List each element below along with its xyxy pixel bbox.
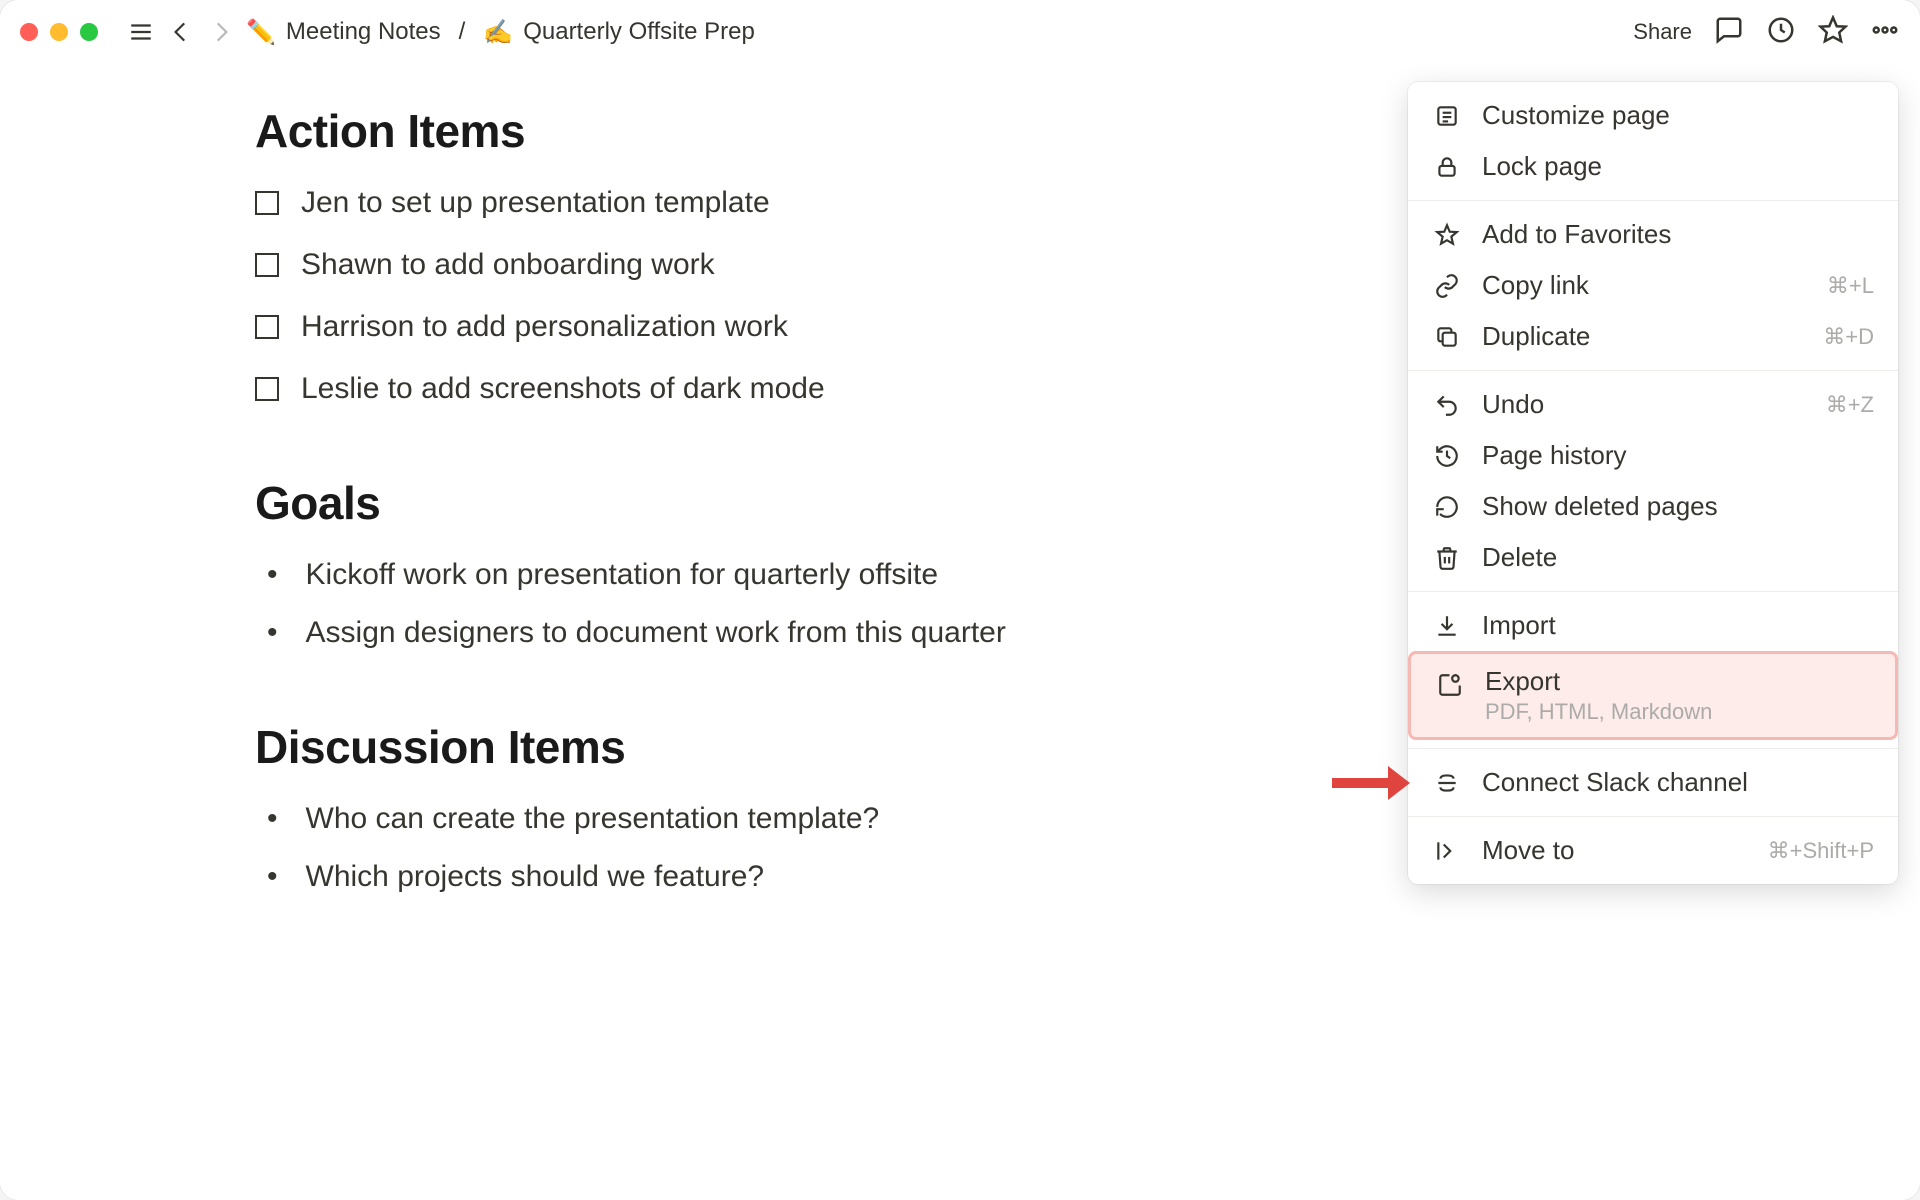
- menu-page-history[interactable]: Page history: [1408, 430, 1898, 481]
- lock-icon: [1432, 152, 1462, 182]
- goals-list: Kickoff work on presentation for quarter…: [255, 558, 1100, 650]
- menu-separator: [1408, 816, 1898, 817]
- star-icon: [1432, 220, 1462, 250]
- menu-undo[interactable]: Undo ⌘+Z: [1408, 379, 1898, 430]
- menu-label: Show deleted pages: [1482, 491, 1718, 522]
- slack-icon: [1432, 768, 1462, 798]
- menu-label: Duplicate: [1482, 321, 1590, 352]
- menu-shortcut: ⌘+L: [1827, 273, 1874, 299]
- duplicate-icon: [1432, 322, 1462, 352]
- goals-heading: Goals: [255, 476, 1100, 530]
- export-icon: [1435, 670, 1465, 700]
- page-content: Action Items Jen to set up presentation …: [0, 64, 1100, 894]
- menu-add-to-favorites[interactable]: Add to Favorites: [1408, 209, 1898, 260]
- discussion-text: Who can create the presentation template…: [306, 802, 880, 836]
- action-items-heading: Action Items: [255, 104, 1100, 158]
- menu-move-to[interactable]: Move to ⌘+Shift+P: [1408, 825, 1898, 876]
- history-icon: [1432, 441, 1462, 471]
- menu-label: Move to: [1482, 835, 1575, 866]
- todo-text: Jen to set up presentation template: [301, 186, 770, 220]
- discussion-list: Who can create the presentation template…: [255, 802, 1100, 894]
- menu-shortcut: ⌘+Shift+P: [1768, 838, 1874, 864]
- menu-customize-page[interactable]: Customize page: [1408, 90, 1898, 141]
- menu-label: Delete: [1482, 542, 1557, 573]
- trash-icon: [1432, 543, 1462, 573]
- favorite-icon[interactable]: [1818, 15, 1848, 50]
- menu-separator: [1408, 748, 1898, 749]
- breadcrumb-page[interactable]: Quarterly Offsite Prep: [523, 18, 755, 46]
- menu-show-deleted[interactable]: Show deleted pages: [1408, 481, 1898, 532]
- menu-separator: [1408, 200, 1898, 201]
- traffic-lights: [20, 23, 98, 41]
- todo-item[interactable]: Leslie to add screenshots of dark mode: [255, 372, 1100, 406]
- goal-text: Assign designers to document work from t…: [306, 616, 1006, 650]
- todo-item[interactable]: Jen to set up presentation template: [255, 186, 1100, 220]
- updates-icon[interactable]: [1766, 15, 1796, 50]
- titlebar: ✏️ Meeting Notes / ✍️ Quarterly Offsite …: [0, 0, 1920, 64]
- more-icon[interactable]: [1870, 15, 1900, 50]
- forward-button[interactable]: [206, 17, 236, 47]
- close-window-button[interactable]: [20, 23, 38, 41]
- menu-label: Connect Slack channel: [1482, 767, 1748, 798]
- undo-icon: [1432, 390, 1462, 420]
- todo-text: Shawn to add onboarding work: [301, 248, 715, 282]
- moveto-icon: [1432, 836, 1462, 866]
- todo-text: Harrison to add personalization work: [301, 310, 788, 344]
- menu-separator: [1408, 591, 1898, 592]
- breadcrumb-parent[interactable]: Meeting Notes: [286, 18, 441, 46]
- menu-import[interactable]: Import: [1408, 600, 1898, 651]
- list-item[interactable]: Who can create the presentation template…: [255, 802, 1100, 836]
- menu-label: Copy link: [1482, 270, 1589, 301]
- link-icon: [1432, 271, 1462, 301]
- share-button[interactable]: Share: [1633, 19, 1692, 45]
- menu-label: Add to Favorites: [1482, 219, 1671, 250]
- menu-subtitle: PDF, HTML, Markdown: [1485, 699, 1712, 725]
- page-menu-dropdown: Customize page Lock page Add to Favorite…: [1408, 82, 1898, 884]
- menu-lock-page[interactable]: Lock page: [1408, 141, 1898, 192]
- goal-text: Kickoff work on presentation for quarter…: [306, 558, 939, 592]
- import-icon: [1432, 611, 1462, 641]
- discussion-text: Which projects should we feature?: [306, 860, 765, 894]
- todo-item[interactable]: Harrison to add personalization work: [255, 310, 1100, 344]
- back-button[interactable]: [166, 17, 196, 47]
- topbar-right: Share: [1633, 15, 1900, 50]
- list-item[interactable]: Which projects should we feature?: [255, 860, 1100, 894]
- maximize-window-button[interactable]: [80, 23, 98, 41]
- menu-label: Export: [1485, 666, 1712, 697]
- todo-text: Leslie to add screenshots of dark mode: [301, 372, 825, 406]
- checkbox-icon[interactable]: [255, 253, 279, 277]
- checkbox-icon[interactable]: [255, 191, 279, 215]
- comments-icon[interactable]: [1714, 15, 1744, 50]
- restore-icon: [1432, 492, 1462, 522]
- breadcrumb-page-emoji: ✍️: [483, 18, 513, 47]
- menu-shortcut: ⌘+Z: [1826, 392, 1874, 418]
- app-window: ✏️ Meeting Notes / ✍️ Quarterly Offsite …: [0, 0, 1920, 1200]
- menu-delete[interactable]: Delete: [1408, 532, 1898, 583]
- menu-label: Undo: [1482, 389, 1544, 420]
- menu-label: Page history: [1482, 440, 1627, 471]
- menu-copy-link[interactable]: Copy link ⌘+L: [1408, 260, 1898, 311]
- breadcrumb-separator: /: [459, 18, 466, 46]
- menu-separator: [1408, 370, 1898, 371]
- todo-item[interactable]: Shawn to add onboarding work: [255, 248, 1100, 282]
- menu-label: Customize page: [1482, 100, 1670, 131]
- menu-duplicate[interactable]: Duplicate ⌘+D: [1408, 311, 1898, 362]
- menu-connect-slack[interactable]: Connect Slack channel: [1408, 757, 1898, 808]
- menu-label: Import: [1482, 610, 1556, 641]
- menu-export[interactable]: Export PDF, HTML, Markdown: [1408, 651, 1898, 740]
- action-items-list: Jen to set up presentation template Shaw…: [255, 186, 1100, 406]
- minimize-window-button[interactable]: [50, 23, 68, 41]
- menu-label: Lock page: [1482, 151, 1602, 182]
- customize-icon: [1432, 101, 1462, 131]
- discussion-heading: Discussion Items: [255, 720, 1100, 774]
- checkbox-icon[interactable]: [255, 315, 279, 339]
- list-item[interactable]: Assign designers to document work from t…: [255, 616, 1100, 650]
- sidebar-toggle-button[interactable]: [126, 17, 156, 47]
- menu-shortcut: ⌘+D: [1823, 324, 1874, 350]
- callout-arrow: [1328, 760, 1410, 806]
- list-item[interactable]: Kickoff work on presentation for quarter…: [255, 558, 1100, 592]
- breadcrumb-parent-emoji: ✏️: [246, 18, 276, 47]
- breadcrumb: ✏️ Meeting Notes / ✍️ Quarterly Offsite …: [246, 18, 755, 47]
- checkbox-icon[interactable]: [255, 377, 279, 401]
